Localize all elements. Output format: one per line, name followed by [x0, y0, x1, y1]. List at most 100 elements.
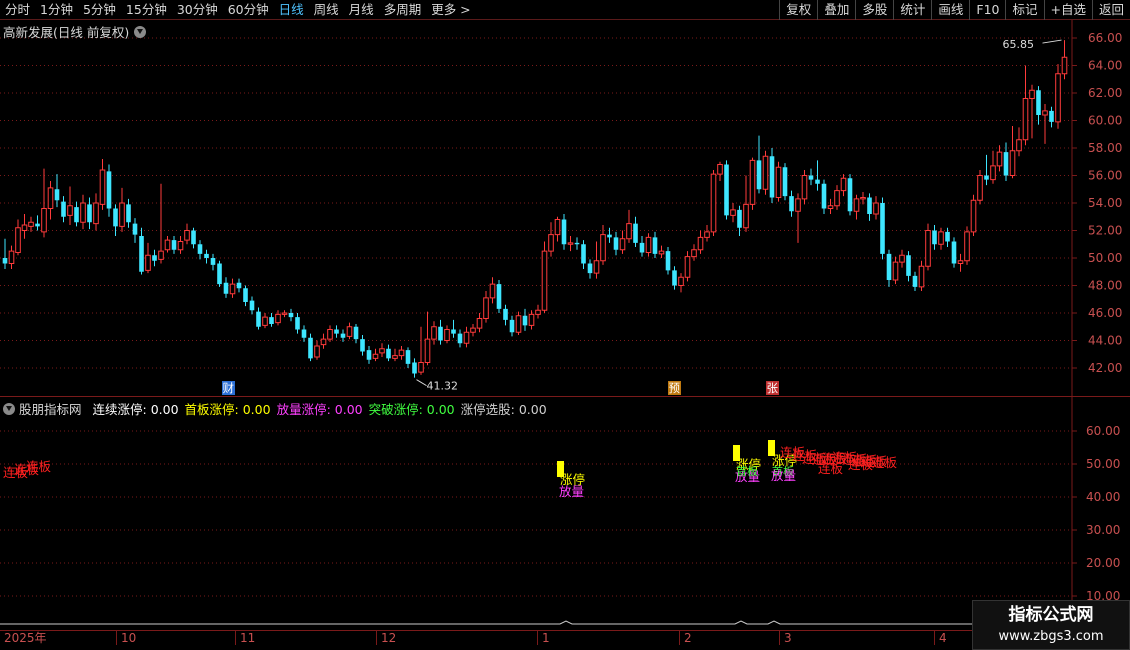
price-tick-label: 48.00 — [1088, 279, 1122, 293]
toolbar-button-8[interactable]: 返回 — [1091, 0, 1130, 20]
price-tick-label: 44.00 — [1088, 334, 1122, 348]
period-tab-2[interactable]: 5分钟 — [78, 0, 121, 20]
candle — [314, 340, 320, 360]
candle — [652, 231, 658, 258]
candle — [223, 277, 229, 298]
candle — [444, 325, 450, 344]
event-marker-1[interactable]: 预 — [668, 381, 681, 395]
period-tab-8[interactable]: 月线 — [344, 0, 379, 20]
candle — [476, 313, 483, 333]
candle — [996, 145, 1003, 172]
candle — [503, 304, 508, 326]
candle — [496, 280, 502, 313]
candle — [769, 148, 775, 203]
toolbar-button-2[interactable]: 多股 — [855, 0, 893, 20]
period-tab-4[interactable]: 30分钟 — [172, 0, 223, 20]
signal-shouban: 首板 — [736, 464, 758, 478]
candle — [80, 194, 86, 230]
candlestick-chart[interactable]: 66.00 64.00 62.00 60.00 58.00 56.00 54.00 52.00… — [0, 20, 1130, 396]
toolbar-button-3[interactable]: 统计 — [893, 0, 931, 20]
candle — [191, 227, 196, 249]
period-tab-7[interactable]: 周线 — [309, 0, 344, 20]
candle — [743, 175, 749, 232]
candle — [197, 240, 203, 260]
candle — [593, 241, 600, 279]
candle — [1036, 86, 1041, 125]
candle — [99, 159, 106, 210]
indicator-menu-icon[interactable] — [3, 402, 15, 415]
main-title-bar: 高新发展(日线 前复权) — [3, 22, 147, 41]
candle — [535, 304, 541, 319]
period-tab-1[interactable]: 1分钟 — [35, 0, 78, 20]
toolbar-button-7[interactable]: +自选 — [1043, 0, 1092, 20]
candle — [528, 310, 535, 330]
candle — [132, 218, 138, 243]
dropdown-circle-icon[interactable] — [134, 25, 147, 38]
candle — [801, 170, 808, 205]
price-tick-label: 60.00 — [1088, 114, 1122, 128]
candle — [470, 324, 476, 337]
candle — [35, 215, 40, 231]
candle — [554, 216, 561, 242]
candle — [67, 186, 73, 225]
candle — [386, 344, 391, 362]
candle — [581, 240, 586, 269]
signal-lianban: 连板 — [818, 461, 844, 476]
legend-items: 连续涨停: 0.00 首板涨停: 0.00 放量涨停: 0.00 突破涨停: 0.00… — [88, 399, 553, 418]
indicator-tick-label: 40.00 — [1086, 490, 1120, 504]
candle — [834, 185, 840, 210]
toolbar-button-1[interactable]: 叠加 — [817, 0, 855, 20]
candle — [795, 193, 801, 243]
candle — [74, 201, 79, 227]
candle — [204, 249, 209, 264]
candle — [1016, 127, 1022, 157]
candle — [457, 329, 463, 348]
price-tick-label: 52.00 — [1088, 224, 1122, 238]
candle — [658, 245, 665, 258]
time-label-2: 11 — [235, 631, 255, 645]
candle — [886, 249, 892, 287]
watermark: 指标公式网 www.zbgs3.com — [972, 600, 1130, 650]
period-tab-10[interactable]: 更多 > — [426, 0, 475, 20]
candle — [607, 227, 612, 243]
candle — [126, 198, 131, 228]
candle — [925, 223, 931, 271]
candle — [346, 322, 353, 340]
candle — [236, 278, 242, 293]
watermark-title: 指标公式网 — [1008, 605, 1094, 625]
candle — [229, 278, 236, 298]
signal-lianban: 连板 — [872, 455, 898, 470]
price-tick-label: 50.00 — [1088, 251, 1122, 265]
candle — [139, 227, 144, 275]
candle — [990, 150, 996, 184]
event-marker-2[interactable]: 张 — [766, 381, 779, 395]
candle — [177, 236, 184, 254]
candle — [392, 348, 398, 362]
candle — [645, 233, 652, 257]
event-marker-0[interactable]: 财 — [222, 381, 235, 395]
toolbar-button-0[interactable]: 复权 — [779, 0, 817, 20]
legend-item-3: 突破涨停: 0.00 — [368, 402, 455, 417]
legend-item-0: 连续涨停: 0.00 — [92, 402, 179, 417]
indicator-chart[interactable]: 60.0050.0040.0030.0020.0010.00连板连板连板涨停放量… — [0, 397, 1130, 629]
price-tick-label: 62.00 — [1088, 86, 1122, 100]
toolbar-button-5[interactable]: F10 — [969, 0, 1005, 20]
watermark-url: www.zbgs3.com — [998, 629, 1104, 644]
candle — [697, 230, 704, 254]
toolbar-button-6[interactable]: 标记 — [1005, 0, 1043, 20]
period-tab-6[interactable]: 日线 — [274, 0, 309, 20]
candle — [158, 183, 164, 264]
toolbar-button-4[interactable]: 画线 — [931, 0, 969, 20]
period-tab-3[interactable]: 15分钟 — [121, 0, 172, 20]
candle — [106, 164, 112, 217]
candle — [28, 216, 34, 232]
candle — [509, 315, 515, 337]
candle — [970, 194, 977, 236]
period-tab-0[interactable]: 分时 — [0, 0, 35, 20]
period-tab-9[interactable]: 多周期 — [379, 0, 427, 20]
price-tick-label: 58.00 — [1088, 141, 1122, 155]
candle — [619, 230, 626, 254]
candle — [327, 325, 333, 342]
period-tab-5[interactable]: 60分钟 — [223, 0, 274, 20]
candle — [567, 236, 574, 252]
